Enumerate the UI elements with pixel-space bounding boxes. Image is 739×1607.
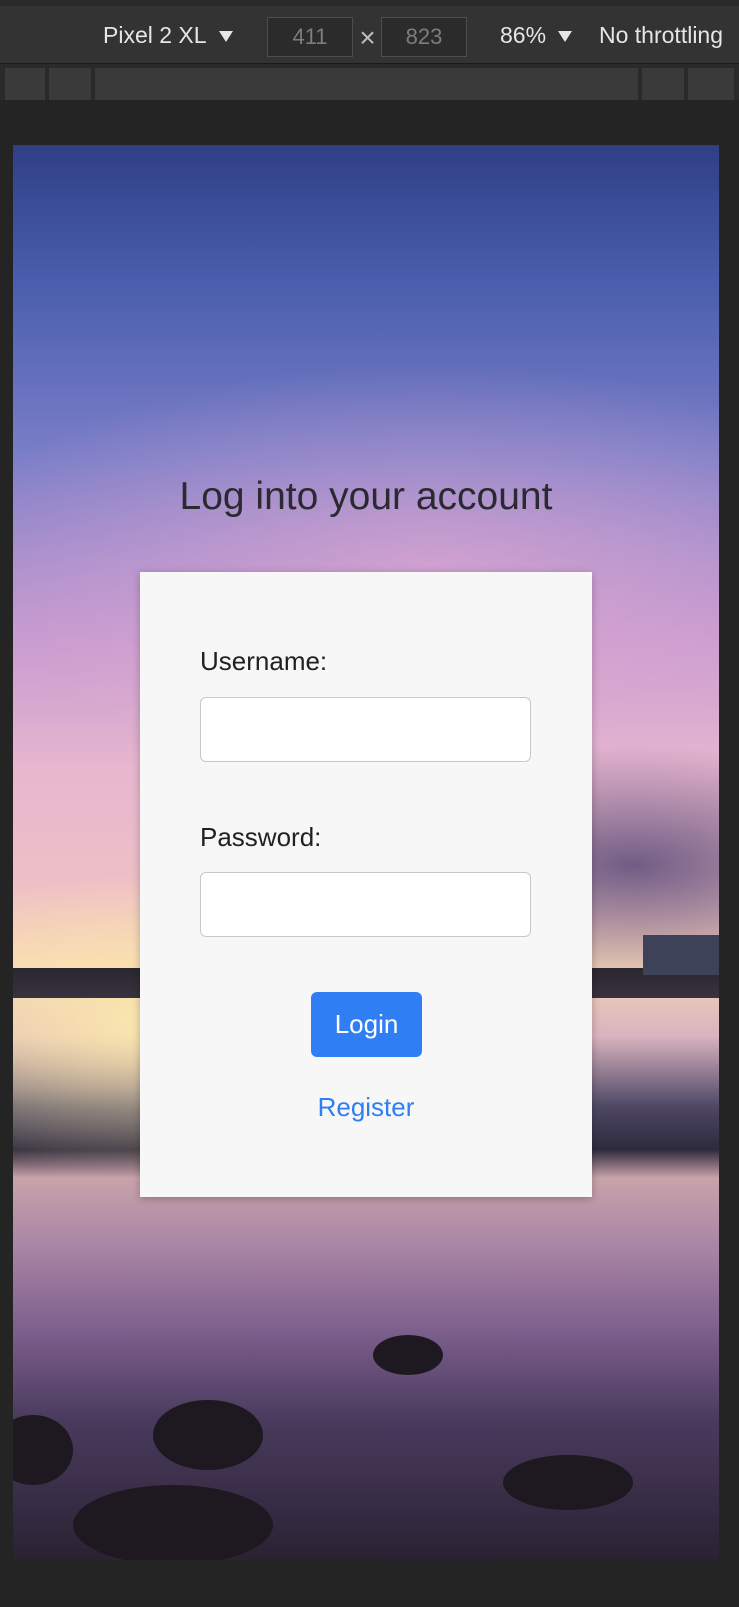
background-rock [153,1400,263,1470]
page-title: Log into your account [179,475,553,518]
device-selector[interactable]: Pixel 2 XL [103,6,233,64]
password-input[interactable] [200,872,531,937]
viewport-width-input[interactable]: 411 [267,17,353,57]
username-label: Username: [200,646,328,676]
chevron-down-icon [218,30,233,42]
zoom-value: 86% [500,21,547,48]
media-query-segment[interactable] [95,68,638,100]
background-rock [73,1485,273,1560]
media-query-segment[interactable] [49,68,91,100]
throttling-selector[interactable]: No throttling [599,6,723,64]
background-rock [503,1455,633,1510]
login-button[interactable]: Login [311,992,422,1057]
username-input[interactable] [200,697,531,762]
password-label: Password: [200,822,322,852]
media-query-bar [0,64,739,100]
device-viewport: Log into your account Username: Password… [13,145,719,1560]
device-name: Pixel 2 XL [103,21,207,48]
register-link[interactable]: Register [140,1092,592,1123]
media-query-segment[interactable] [5,68,45,100]
background-building [643,935,719,975]
media-query-segment[interactable] [642,68,684,100]
dimension-separator: × [359,22,376,53]
login-card: Username: Password: Login Register [140,572,592,1197]
devtools-device-toolbar: Pixel 2 XL 411 × 823 86% No throttling [0,0,739,64]
background-rock [13,1415,73,1485]
chevron-down-icon [558,30,573,42]
background-rock [373,1335,443,1375]
zoom-selector[interactable]: 86% [500,6,573,64]
media-query-segment[interactable] [688,68,734,100]
viewport-height-input[interactable]: 823 [381,17,467,57]
